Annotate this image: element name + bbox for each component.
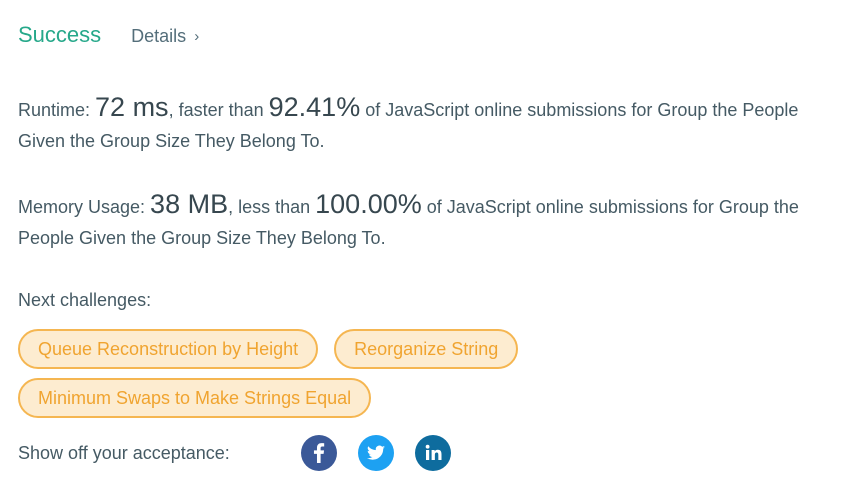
status-row: Success Details › xyxy=(18,22,848,56)
memory-percent: 100.00% xyxy=(315,189,422,219)
memory-value: 38 MB xyxy=(150,189,229,219)
runtime-percent: 92.41% xyxy=(268,92,361,122)
runtime-value: 72 ms xyxy=(95,92,169,122)
linkedin-icon xyxy=(425,444,442,460)
chevron-right-icon: › xyxy=(194,28,200,45)
challenge-tag[interactable]: Minimum Swaps to Make Strings Equal xyxy=(18,378,372,418)
runtime-label: Runtime: xyxy=(18,100,96,120)
linkedin-share-button[interactable] xyxy=(415,435,451,471)
facebook-share-button[interactable] xyxy=(301,435,337,471)
runtime-mid-text: , faster than xyxy=(168,100,269,120)
facebook-icon xyxy=(313,443,325,463)
next-challenges-list: Queue Reconstruction by Height Reorganiz… xyxy=(18,329,618,427)
memory-stat: Memory Usage: 38 MB, less than 100.00% o… xyxy=(18,189,848,254)
share-label: Show off your acceptance: xyxy=(18,442,230,463)
twitter-share-button[interactable] xyxy=(358,435,394,471)
submission-result: Success Details › Runtime: 72 ms, faster… xyxy=(18,22,848,473)
next-challenges-label: Next challenges: xyxy=(18,290,152,310)
memory-mid-text: , less than xyxy=(228,197,316,217)
twitter-icon xyxy=(367,445,386,460)
memory-label: Memory Usage: xyxy=(18,197,151,217)
details-label: Details xyxy=(131,26,187,46)
challenge-tag[interactable]: Reorganize String xyxy=(334,329,519,369)
runtime-stat: Runtime: 72 ms, faster than 92.41% of Ja… xyxy=(18,92,848,157)
status-label: Success xyxy=(18,22,102,47)
share-row: Show off your acceptance: xyxy=(18,433,848,473)
details-link[interactable]: Details › xyxy=(131,26,199,47)
challenge-tag[interactable]: Queue Reconstruction by Height xyxy=(18,329,319,369)
